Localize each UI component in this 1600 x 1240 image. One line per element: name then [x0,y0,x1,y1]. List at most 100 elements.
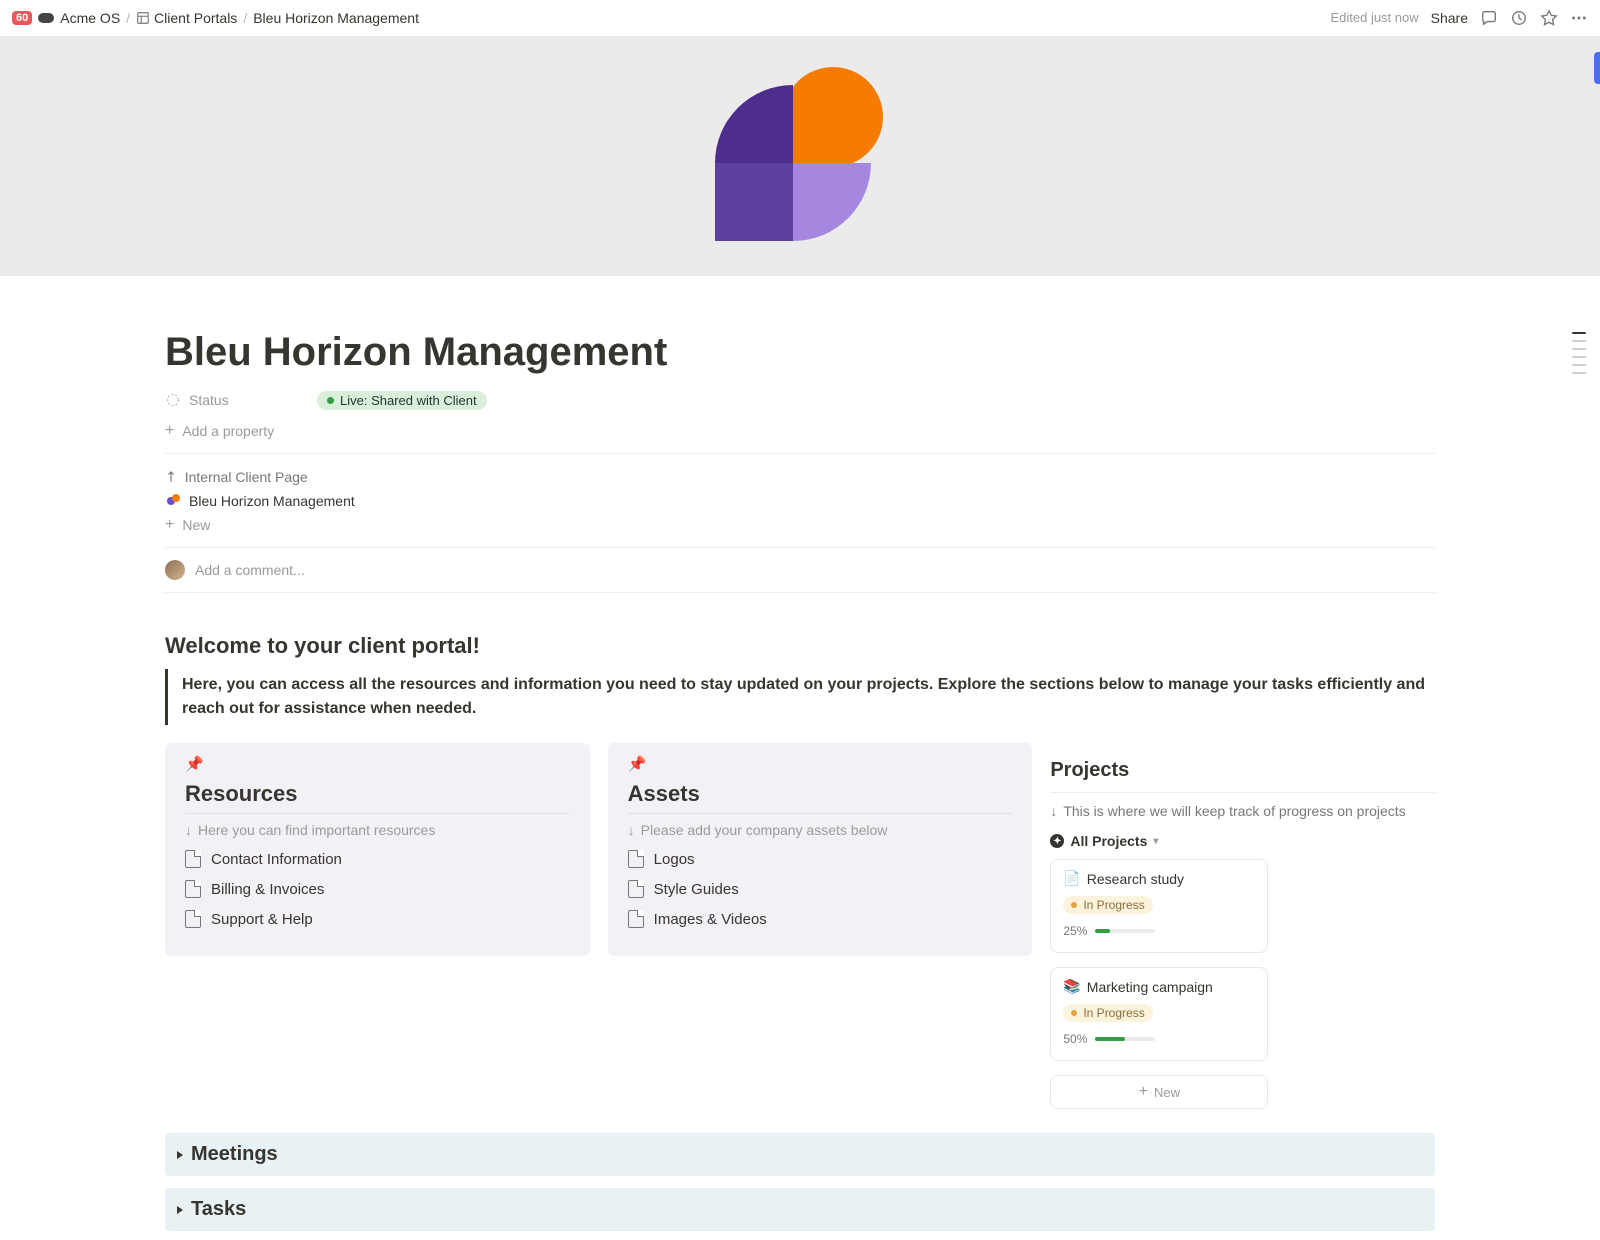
side-tab[interactable] [1594,52,1600,84]
projects-filter[interactable]: ✦ All Projects ▾ [1050,833,1435,849]
cover-logo [715,71,885,241]
page-icon [628,910,644,928]
outline-item[interactable] [1572,348,1586,350]
outline-item[interactable] [1572,356,1586,358]
resources-card: 📌 Resources Here you can find important … [165,743,590,956]
welcome-heading[interactable]: Welcome to your client portal! [165,633,1435,659]
down-arrow-icon [185,822,192,838]
project-title: Marketing campaign [1087,979,1213,995]
arrow-icon: ↗ [161,466,181,486]
breadcrumb-item-current[interactable]: Bleu Horizon Management [253,10,419,26]
project-progress: 25% [1063,924,1255,938]
plus-icon: + [165,423,174,439]
meetings-toggle[interactable]: Meetings [165,1133,1435,1176]
new-subpage-label: New [182,517,210,533]
breadcrumb-item-parent[interactable]: Client Portals [136,10,237,26]
topbar-right: Edited just now Share [1330,9,1588,27]
tasks-toggle[interactable]: Tasks [165,1188,1435,1231]
assets-card: 📌 Assets Please add your company assets … [608,743,1033,956]
edited-timestamp: Edited just now [1330,10,1418,25]
welcome-callout[interactable]: Here, you can access all the resources a… [165,669,1435,725]
down-arrow-icon [1050,803,1057,819]
project-icon: 📚 [1063,978,1080,995]
outline-item[interactable] [1572,364,1586,366]
projects-heading[interactable]: Projects [1050,759,1435,782]
property-row-status[interactable]: Status Live: Shared with Client [165,383,1435,417]
resources-item[interactable]: Contact Information [185,844,570,874]
add-property-button[interactable]: + Add a property [165,417,1435,445]
chevron-down-icon: ▾ [1153,836,1158,847]
project-card[interactable]: 📄 Research study In Progress 25% [1050,859,1268,953]
project-icon: 📄 [1063,870,1080,887]
breadcrumb-parent-label: Client Portals [154,10,237,26]
assets-heading[interactable]: Assets [628,781,1013,807]
project-title: Research study [1087,871,1184,887]
add-property-label: Add a property [182,423,274,439]
page-icon [185,850,201,868]
meetings-heading: Meetings [191,1143,278,1166]
share-button[interactable]: Share [1431,10,1468,26]
status-dot-icon [1071,1010,1077,1016]
columns: 📌 Resources Here you can find important … [165,743,1435,1109]
topbar: 60 Acme OS / Client Portals / Bleu Horiz… [0,0,1600,36]
target-icon: ✦ [1050,834,1064,848]
comments-icon[interactable] [1480,9,1498,27]
pin-icon[interactable]: 📌 [185,755,570,773]
page-icon [165,493,181,509]
status-value: Live: Shared with Client [340,393,477,408]
more-icon[interactable] [1570,9,1588,27]
assets-item[interactable]: Logos [628,844,1013,874]
sidebar-toggle-badge[interactable]: 60 [12,11,32,25]
topbar-left: 60 Acme OS / Client Portals / Bleu Horiz… [12,10,1330,26]
page-title[interactable]: Bleu Horizon Management [165,276,1435,383]
breadcrumb-item-workspace[interactable]: Acme OS [60,10,120,26]
resources-item[interactable]: Support & Help [185,904,570,934]
assets-item[interactable]: Style Guides [628,874,1013,904]
tasks-heading: Tasks [191,1198,246,1221]
comment-input[interactable]: Add a comment... [195,562,1435,578]
backlink-section-label: Internal Client Page [185,469,308,485]
projects-column: Projects This is where we will keep trac… [1050,743,1435,1109]
pin-icon[interactable]: 📌 [628,755,1013,773]
badge-count: 60 [16,12,28,24]
outline-item[interactable] [1572,372,1586,374]
avatar [165,560,185,580]
status-dot-icon [1071,902,1077,908]
workspace-icon[interactable] [38,13,54,23]
project-progress: 50% [1063,1032,1255,1046]
down-arrow-icon [628,822,635,838]
status-pill[interactable]: Live: Shared with Client [317,391,487,410]
outline-item[interactable] [1572,340,1586,342]
comment-row[interactable]: Add a comment... [165,547,1435,593]
backlink-header[interactable]: ↗ Internal Client Page [165,464,1435,489]
backlink-page[interactable]: Bleu Horizon Management [165,489,1435,513]
property-key-label: Status [189,392,229,408]
page-cover[interactable] [0,36,1600,276]
backlink-page-title: Bleu Horizon Management [189,493,355,509]
favorite-icon[interactable] [1540,9,1558,27]
page-icon [185,880,201,898]
project-card[interactable]: 📚 Marketing campaign In Progress 50% [1050,967,1268,1061]
resources-heading[interactable]: Resources [185,781,570,807]
breadcrumb: Acme OS / Client Portals / Bleu Horizon … [60,10,419,26]
page-icon [185,910,201,928]
resources-item[interactable]: Billing & Invoices [185,874,570,904]
property-key-status: Status [165,392,305,408]
assets-item[interactable]: Images & Videos [628,904,1013,934]
page-icon [628,880,644,898]
outline-item[interactable] [1572,332,1586,334]
project-status-pill: In Progress [1063,896,1152,914]
project-status-pill: In Progress [1063,1004,1152,1022]
resources-hint: Here you can find important resources [185,822,570,838]
new-project-button[interactable]: + New [1050,1075,1268,1109]
assets-hint: Please add your company assets below [628,822,1013,838]
status-dot-icon [327,397,334,404]
projects-filter-label: All Projects [1070,833,1147,849]
page-outline[interactable] [1572,332,1586,374]
breadcrumb-separator: / [126,10,130,26]
history-icon[interactable] [1510,9,1528,27]
caret-right-icon [177,1206,183,1214]
plus-icon: + [165,517,174,533]
new-subpage-button[interactable]: + New [165,513,1435,537]
database-icon [136,11,150,25]
